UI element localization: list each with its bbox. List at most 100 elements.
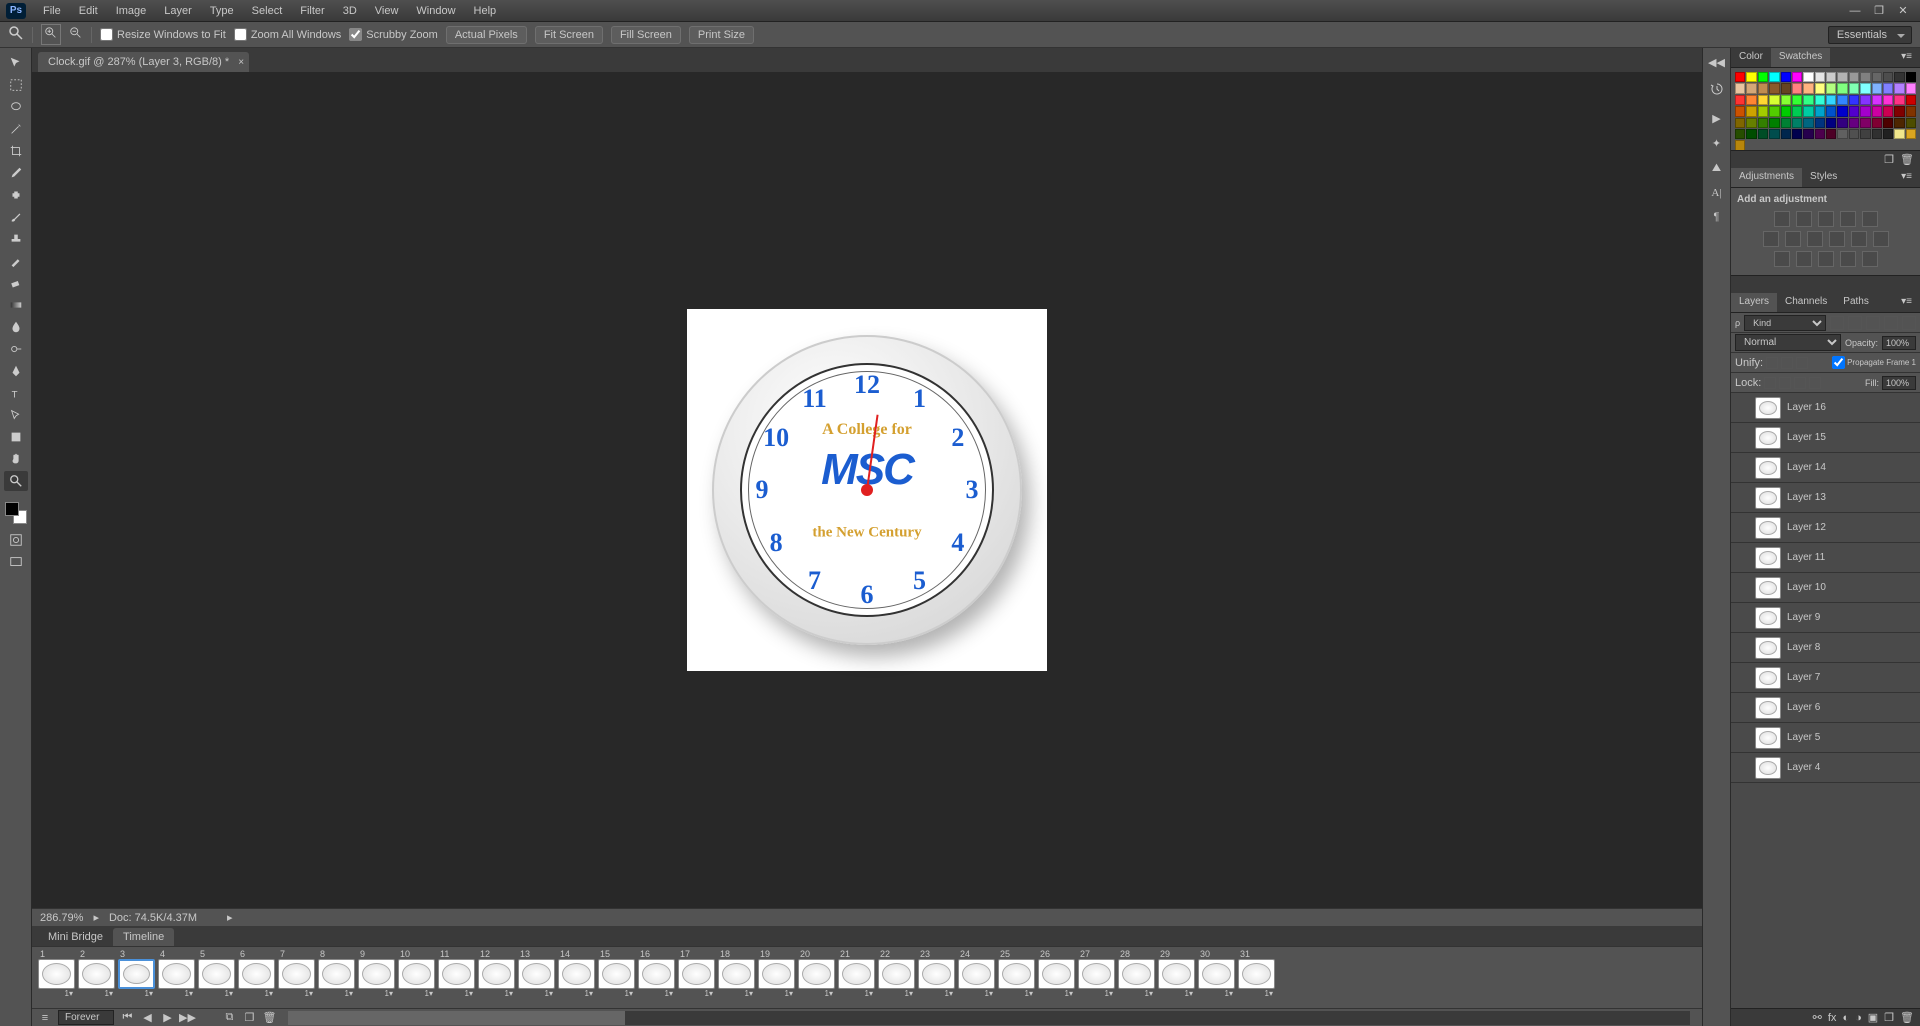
frame-20[interactable]: 201▾ bbox=[798, 949, 835, 998]
actual-pixels-button[interactable]: Actual Pixels bbox=[446, 26, 527, 44]
expand-icon[interactable]: ◀◀ bbox=[1708, 56, 1725, 69]
swatch[interactable] bbox=[1837, 129, 1847, 139]
frame-8[interactable]: 81▾ bbox=[318, 949, 355, 998]
swatch[interactable] bbox=[1883, 95, 1893, 105]
layer-row[interactable]: Layer 13 bbox=[1731, 483, 1920, 513]
frame-31[interactable]: 311▾ bbox=[1238, 949, 1275, 998]
propagate-checkbox[interactable]: Propagate Frame 1 bbox=[1832, 356, 1916, 369]
link-layers-icon[interactable]: ⚯ bbox=[1813, 1011, 1822, 1024]
zoom-out-icon[interactable] bbox=[69, 26, 83, 43]
swatch[interactable] bbox=[1837, 72, 1847, 82]
panel-menu-icon[interactable]: ▾≡ bbox=[1893, 293, 1920, 312]
swatch[interactable] bbox=[1894, 106, 1904, 116]
tab-timeline[interactable]: Timeline bbox=[113, 928, 174, 946]
swatch[interactable] bbox=[1849, 72, 1859, 82]
visibility-icon[interactable] bbox=[1735, 491, 1749, 505]
timeline-menu-icon[interactable]: ≡ bbox=[38, 1011, 52, 1025]
selective-icon[interactable] bbox=[1862, 251, 1878, 267]
fill-value[interactable]: 100% bbox=[1882, 376, 1916, 390]
vibrance-icon[interactable] bbox=[1862, 211, 1878, 227]
swatch[interactable] bbox=[1826, 72, 1836, 82]
gradient-tool[interactable] bbox=[4, 295, 28, 315]
delete-swatch-icon[interactable]: 🗑 bbox=[1900, 153, 1914, 166]
swatch[interactable] bbox=[1872, 95, 1882, 105]
layer-row[interactable]: Layer 9 bbox=[1731, 603, 1920, 633]
filter-pixel-icon[interactable] bbox=[1830, 316, 1844, 330]
swatch[interactable] bbox=[1872, 129, 1882, 139]
exposure-icon[interactable] bbox=[1840, 211, 1856, 227]
fit-screen-button[interactable]: Fit Screen bbox=[535, 26, 603, 44]
swatch[interactable] bbox=[1815, 83, 1825, 93]
frame-25[interactable]: 251▾ bbox=[998, 949, 1035, 998]
stamp-tool[interactable] bbox=[4, 229, 28, 249]
swatch[interactable] bbox=[1894, 72, 1904, 82]
crop-tool[interactable] bbox=[4, 141, 28, 161]
swatch[interactable] bbox=[1792, 129, 1802, 139]
hue-icon[interactable] bbox=[1763, 231, 1779, 247]
screen-mode-icon[interactable] bbox=[4, 552, 28, 572]
layer-row[interactable]: Layer 15 bbox=[1731, 423, 1920, 453]
visibility-icon[interactable] bbox=[1735, 641, 1749, 655]
resize-windows-checkbox[interactable]: Resize Windows to Fit bbox=[100, 28, 226, 41]
filter-type-icon[interactable] bbox=[1866, 316, 1880, 330]
bw-icon[interactable] bbox=[1807, 231, 1823, 247]
frame-6[interactable]: 61▾ bbox=[238, 949, 275, 998]
visibility-icon[interactable] bbox=[1735, 731, 1749, 745]
frame-3[interactable]: 31▾ bbox=[118, 949, 155, 998]
invert-icon[interactable] bbox=[1774, 251, 1790, 267]
menu-file[interactable]: File bbox=[34, 0, 70, 22]
wand-tool[interactable] bbox=[4, 119, 28, 139]
swatch[interactable] bbox=[1906, 95, 1916, 105]
menu-layer[interactable]: Layer bbox=[155, 0, 201, 22]
menu-filter[interactable]: Filter bbox=[291, 0, 333, 22]
swatch[interactable] bbox=[1781, 106, 1791, 116]
tab-adjustments[interactable]: Adjustments bbox=[1731, 168, 1802, 187]
frame-18[interactable]: 181▾ bbox=[718, 949, 755, 998]
swatch[interactable] bbox=[1746, 106, 1756, 116]
mask-icon[interactable]: ◐ bbox=[1842, 1012, 1849, 1024]
visibility-icon[interactable] bbox=[1735, 701, 1749, 715]
swatch[interactable] bbox=[1883, 72, 1893, 82]
actions-panel-icon[interactable]: ▶ bbox=[1712, 112, 1720, 125]
levels-icon[interactable] bbox=[1796, 211, 1812, 227]
posterize-icon[interactable] bbox=[1796, 251, 1812, 267]
zoom-in-icon[interactable] bbox=[41, 24, 61, 45]
layer-row[interactable]: Layer 10 bbox=[1731, 573, 1920, 603]
window-close-icon[interactable]: ✕ bbox=[1892, 3, 1914, 19]
swatch[interactable] bbox=[1792, 72, 1802, 82]
delete-layer-icon[interactable]: 🗑 bbox=[1900, 1011, 1914, 1024]
properties-panel-icon[interactable]: ✦ bbox=[1712, 137, 1721, 150]
hand-tool[interactable] bbox=[4, 449, 28, 469]
swatch[interactable] bbox=[1872, 83, 1882, 93]
frame-2[interactable]: 21▾ bbox=[78, 949, 115, 998]
swatch[interactable] bbox=[1849, 83, 1859, 93]
color-swatch[interactable] bbox=[5, 502, 27, 524]
tab-paths[interactable]: Paths bbox=[1835, 293, 1877, 312]
swatch[interactable] bbox=[1792, 95, 1802, 105]
layer-row[interactable]: Layer 14 bbox=[1731, 453, 1920, 483]
swatch[interactable] bbox=[1769, 118, 1779, 128]
swatch[interactable] bbox=[1860, 106, 1870, 116]
swatch[interactable] bbox=[1803, 72, 1813, 82]
swatch[interactable] bbox=[1906, 83, 1916, 93]
swatch[interactable] bbox=[1746, 129, 1756, 139]
zoom-all-checkbox[interactable]: Zoom All Windows bbox=[234, 28, 341, 41]
swatch[interactable] bbox=[1769, 95, 1779, 105]
swatch[interactable] bbox=[1815, 129, 1825, 139]
swatch[interactable] bbox=[1803, 129, 1813, 139]
swatch[interactable] bbox=[1849, 129, 1859, 139]
swatch[interactable] bbox=[1894, 83, 1904, 93]
swatch[interactable] bbox=[1860, 83, 1870, 93]
visibility-icon[interactable] bbox=[1735, 671, 1749, 685]
frame-11[interactable]: 111▾ bbox=[438, 949, 475, 998]
frame-7[interactable]: 71▾ bbox=[278, 949, 315, 998]
visibility-icon[interactable] bbox=[1735, 611, 1749, 625]
dodge-tool[interactable] bbox=[4, 339, 28, 359]
quick-mask-icon[interactable] bbox=[4, 530, 28, 550]
menu-image[interactable]: Image bbox=[107, 0, 156, 22]
swatch[interactable] bbox=[1815, 106, 1825, 116]
menu-select[interactable]: Select bbox=[243, 0, 292, 22]
swatch[interactable] bbox=[1837, 83, 1847, 93]
canvas-area[interactable]: 121234567891011 A College for MSC the Ne… bbox=[32, 72, 1702, 908]
swatch[interactable] bbox=[1735, 129, 1745, 139]
